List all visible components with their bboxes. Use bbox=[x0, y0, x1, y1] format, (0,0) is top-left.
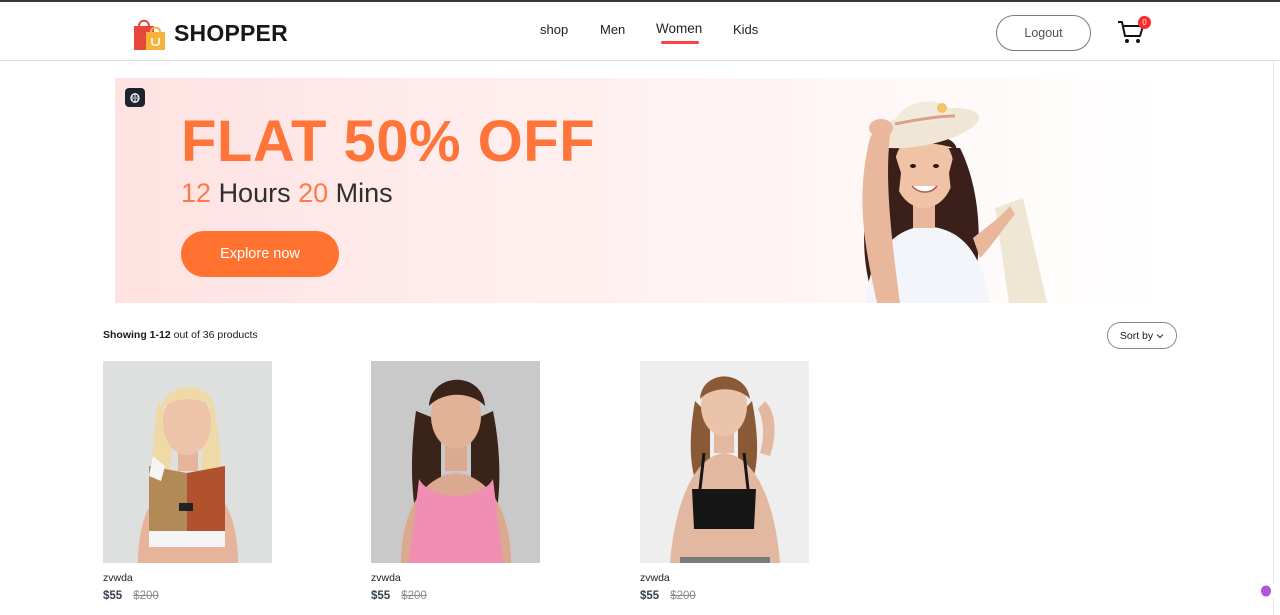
product-old-price: $200 bbox=[133, 590, 159, 602]
explore-now-button[interactable]: Explore now bbox=[181, 231, 339, 277]
countdown-hours-label: Hours bbox=[218, 178, 291, 208]
assistant-widget-icon[interactable] bbox=[1255, 580, 1277, 602]
product-card[interactable]: zvwda $55 $200 bbox=[103, 361, 272, 602]
nav-item-women[interactable]: Women bbox=[656, 21, 702, 36]
countdown-hours: 12 bbox=[181, 178, 212, 208]
results-range: Showing 1-12 bbox=[103, 329, 171, 341]
product-prices: $55 $200 bbox=[640, 590, 809, 602]
sort-dropdown[interactable]: Sort by bbox=[1107, 322, 1177, 349]
product-name[interactable]: zvwda bbox=[371, 572, 540, 584]
product-new-price: $55 bbox=[371, 590, 391, 602]
nav-item-men[interactable]: Men bbox=[600, 22, 625, 37]
banner-countdown: 12 Hours 20 Mins bbox=[181, 178, 393, 209]
cart-count-badge: 0 bbox=[1138, 16, 1151, 29]
promo-banner: FLAT 50% OFF 12 Hours 20 Mins Explore no… bbox=[115, 78, 1161, 303]
nav-item-kids[interactable]: Kids bbox=[733, 22, 758, 37]
active-nav-underline bbox=[661, 41, 699, 44]
countdown-mins: 20 bbox=[298, 178, 329, 208]
product-old-price: $200 bbox=[670, 590, 696, 602]
results-total: out of 36 products bbox=[173, 329, 258, 341]
product-old-price: $200 bbox=[401, 590, 427, 602]
banner-model-image bbox=[862, 101, 1047, 303]
product-prices: $55 $200 bbox=[371, 590, 540, 602]
product-card[interactable]: zvwda $55 $200 bbox=[640, 361, 809, 602]
product-image[interactable] bbox=[103, 361, 272, 563]
product-new-price: $55 bbox=[640, 590, 660, 602]
logout-button[interactable]: Logout bbox=[996, 15, 1091, 51]
banner-title: FLAT 50% OFF bbox=[181, 109, 596, 174]
brain-icon[interactable] bbox=[125, 88, 145, 107]
sort-label: Sort by bbox=[1119, 329, 1154, 342]
product-name[interactable]: zvwda bbox=[103, 572, 272, 584]
product-image[interactable] bbox=[640, 361, 809, 563]
nav-item-shop[interactable]: shop bbox=[540, 22, 568, 37]
product-image[interactable] bbox=[371, 361, 540, 563]
product-name[interactable]: zvwda bbox=[640, 572, 809, 584]
navbar: SHOPPER shop Men Women Kids Logout 0 bbox=[0, 0, 1280, 61]
chevron-down-icon bbox=[1156, 333, 1164, 338]
countdown-mins-label: Mins bbox=[335, 178, 393, 208]
scrollbar-edge bbox=[1273, 61, 1274, 615]
results-count: Showing 1-12 out of 36 products bbox=[103, 329, 258, 341]
product-new-price: $55 bbox=[103, 590, 123, 602]
product-prices: $55 $200 bbox=[103, 590, 272, 602]
product-card[interactable]: zvwda $55 $200 bbox=[371, 361, 540, 602]
